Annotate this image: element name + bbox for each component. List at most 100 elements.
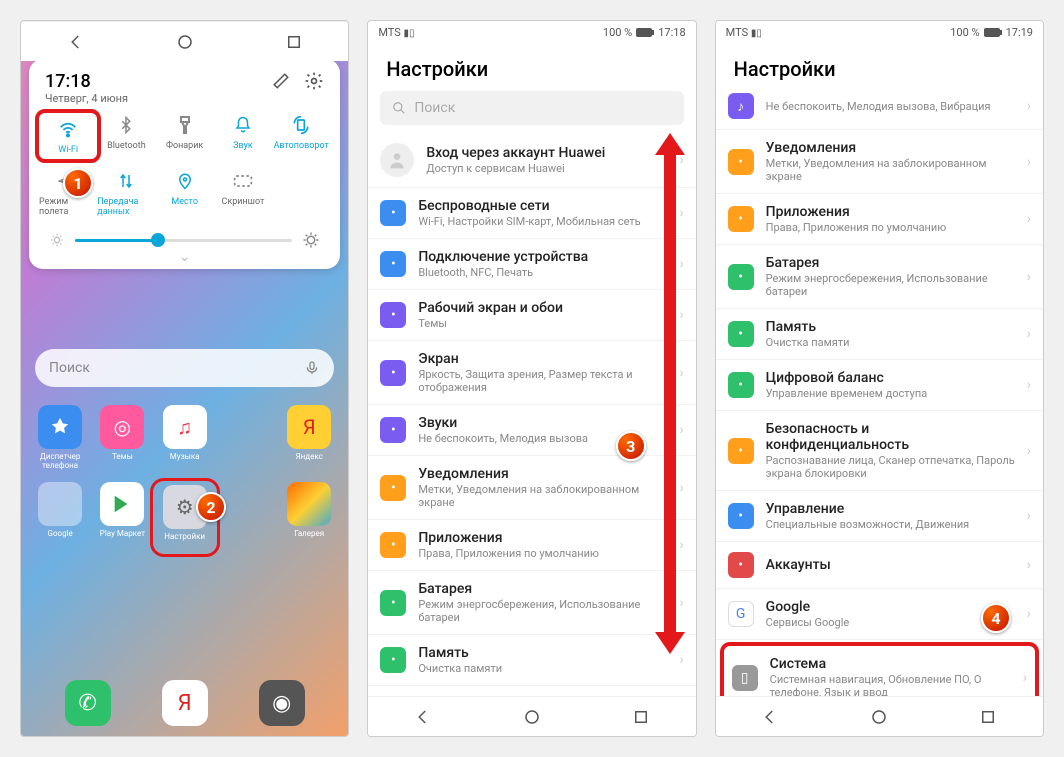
nav-bar <box>21 21 348 61</box>
flashlight-icon <box>173 113 197 137</box>
app-playmarket[interactable]: Play Маркет <box>91 482 153 553</box>
status-bar: MTS ▮▯ 100 % 17:18 <box>368 21 695 43</box>
clock: 17:18 <box>658 26 685 39</box>
row-cut-top[interactable]: ♪ Не беспокоить, Мелодия вызова, Вибраци… <box>716 91 1043 130</box>
search-placeholder: Поиск <box>49 360 90 376</box>
status-bar: MTS ▮▯ 100 % 17:19 <box>716 21 1043 43</box>
app-yandex[interactable]: ЯЯндекс <box>278 405 340 470</box>
dock-camera[interactable]: ◉ <box>259 680 305 726</box>
brightness-slider[interactable] <box>75 239 292 242</box>
row-1[interactable]: •Подключение устройстваBluetooth, NFC, П… <box>368 239 695 290</box>
chevron-right-icon: › <box>679 365 683 381</box>
row-7[interactable]: •Аккаунты› <box>716 542 1043 589</box>
qs-wifi-tile[interactable]: Wi-Fi <box>35 109 101 163</box>
row-icon: • <box>728 149 754 175</box>
settings-list[interactable]: Вход через аккаунт Huawei Доступ к серви… <box>368 133 695 696</box>
row-icon: • <box>728 372 754 398</box>
qs-data-tile[interactable]: Передача данных <box>97 169 155 217</box>
row-sub: Темы <box>418 317 667 330</box>
qs-label: Передача данных <box>97 197 155 217</box>
nav-back[interactable] <box>67 33 85 51</box>
qs-label: Скриншот <box>222 197 265 207</box>
qs-label: Звук <box>233 141 253 151</box>
qs-bluetooth-tile[interactable]: Bluetooth <box>97 113 155 159</box>
row-sub: Режим энергосбережения, Использование ба… <box>418 598 667 624</box>
row-5[interactable]: •УведомленияМетки, Уведомления на заблок… <box>368 456 695 520</box>
app-hidden <box>216 405 278 470</box>
chevron-right-icon: › <box>1027 326 1031 342</box>
row-6[interactable]: •ПриложенияПрава, Приложения по умолчани… <box>368 520 695 571</box>
battery-icon <box>984 28 1002 37</box>
settings-search[interactable]: Поиск <box>380 91 683 125</box>
row-title: Вход через аккаунт Huawei <box>426 145 667 161</box>
mic-icon[interactable] <box>304 360 320 376</box>
row-0[interactable]: •Беспроводные сетиWi-Fi, Настройки SIM-к… <box>368 188 695 239</box>
app-music[interactable]: ♫Музыка <box>154 405 216 470</box>
battery-pct: 100 % <box>950 26 979 39</box>
panel-handle[interactable]: ⌄ <box>39 253 330 261</box>
app-phone-manager[interactable]: Диспетчер телефона <box>29 405 91 470</box>
row-icon: • <box>380 590 406 616</box>
nav-home[interactable] <box>523 708 541 726</box>
qs-label: Автоповорот <box>274 141 329 151</box>
chevron-right-icon: › <box>679 205 683 221</box>
row-2[interactable]: •БатареяРежим энергосбережения, Использо… <box>716 245 1043 309</box>
app-google-folder[interactable]: Google <box>29 482 91 553</box>
row-title: Управление <box>766 501 1015 517</box>
dock-center[interactable]: Я <box>162 680 208 726</box>
nav-home[interactable] <box>176 33 194 51</box>
row-sub: Метки, Уведомления на заблокированном эк… <box>418 483 667 509</box>
qs-sound-tile[interactable]: Звук <box>214 113 272 159</box>
signal-icon: ▮▯ <box>404 28 415 39</box>
nav-back[interactable] <box>761 708 779 726</box>
brightness-slider-row <box>39 217 330 253</box>
chevron-right-icon: › <box>679 422 683 438</box>
page-title: Настройки <box>716 43 1043 91</box>
row-system[interactable]: ▯ Система Системная навигация, Обновлени… <box>720 642 1039 696</box>
row-sub: Системная навигация, Обновление ПО, О те… <box>770 673 1011 696</box>
row-4[interactable]: •ЗвукиНе беспокоить, Мелодия вызова› <box>368 405 695 456</box>
screenshot-icon <box>231 169 255 193</box>
row-title: Батарея <box>766 255 1015 271</box>
row-huawei-account[interactable]: Вход через аккаунт Huawei Доступ к серви… <box>368 133 695 188</box>
nav-bar <box>368 696 695 736</box>
nav-recent[interactable] <box>285 33 303 51</box>
row-icon: • <box>380 532 406 558</box>
clock: 17:19 <box>1006 26 1033 39</box>
app-themes[interactable]: ◎Темы <box>91 405 153 470</box>
row-sub: Управление временем доступа <box>766 387 1015 400</box>
chevron-right-icon: › <box>679 256 683 272</box>
row-0[interactable]: •УведомленияМетки, Уведомления на заблок… <box>716 130 1043 194</box>
row-5[interactable]: •Безопасность и конфиденциальностьРаспоз… <box>716 411 1043 491</box>
gear-icon[interactable] <box>304 71 324 91</box>
chevron-right-icon: › <box>679 307 683 323</box>
row-8[interactable]: •ПамятьОчистка памяти› <box>368 635 695 686</box>
home-search[interactable]: Поиск <box>35 349 334 387</box>
nav-home[interactable] <box>870 708 888 726</box>
qs-flashlight-tile[interactable]: Фонарик <box>156 113 214 159</box>
app-gallery[interactable]: Галерея <box>278 482 340 553</box>
nav-recent[interactable] <box>979 708 997 726</box>
row-1[interactable]: •ПриложенияПрава, Приложения по умолчани… <box>716 194 1043 245</box>
row-7[interactable]: •БатареяРежим энергосбережения, Использо… <box>368 571 695 635</box>
qs-location-tile[interactable]: Место <box>156 169 214 217</box>
row-title: Беспроводные сети <box>418 198 667 214</box>
row-title: Уведомления <box>766 140 1015 156</box>
chevron-right-icon: › <box>1027 443 1031 459</box>
qs-screenshot-tile[interactable]: Скриншот <box>214 169 272 217</box>
row-6[interactable]: •УправлениеСпециальные возможности, Движ… <box>716 491 1043 542</box>
row-3[interactable]: •ПамятьОчистка памяти› <box>716 309 1043 360</box>
nav-recent[interactable] <box>632 708 650 726</box>
edit-icon[interactable] <box>272 72 290 90</box>
row-title: Приложения <box>418 530 667 546</box>
row-icon: • <box>380 360 406 386</box>
nav-back[interactable] <box>414 708 432 726</box>
row-3[interactable]: •ЭкранЯркость, Защита зрения, Размер тек… <box>368 341 695 405</box>
row-icon: • <box>728 321 754 347</box>
row-2[interactable]: •Рабочий экран и обоиТемы› <box>368 290 695 341</box>
row-title: Цифровой баланс <box>766 370 1015 386</box>
qs-rotate-tile[interactable]: Автоповорот <box>272 113 330 159</box>
dock-phone[interactable]: ✆ <box>65 680 111 726</box>
row-4[interactable]: • Цифровой балансУправление временем дост… <box>716 360 1043 411</box>
row-sub: Очистка памяти <box>766 336 1015 349</box>
